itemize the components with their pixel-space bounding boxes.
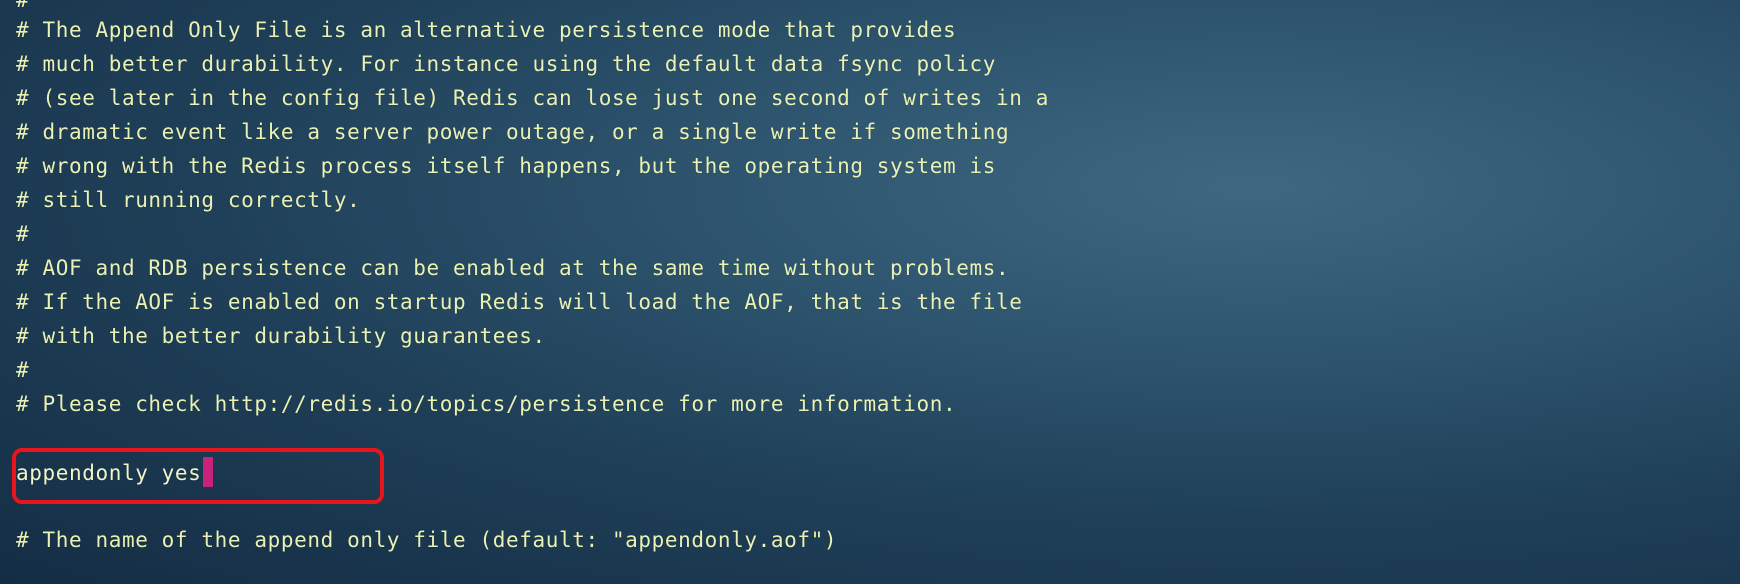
config-comment-line: # AOF and RDB persistence can be enabled… bbox=[16, 256, 1010, 280]
appendonly-setting-text: appendonly yes bbox=[16, 461, 202, 485]
config-comment-line: # bbox=[16, 358, 30, 382]
config-comment-line: # wrong with the Redis process itself ha… bbox=[16, 154, 996, 178]
config-comment-line: # The name of the append only file (defa… bbox=[16, 528, 838, 552]
appendonly-config-line[interactable]: appendonly yes bbox=[16, 456, 214, 490]
config-comment-line: # much better durability. For instance u… bbox=[16, 52, 996, 76]
config-comment-line: # Please check http://redis.io/topics/pe… bbox=[16, 392, 957, 416]
config-comment-line: # with the better durability guarantees. bbox=[16, 324, 546, 348]
config-comment-line: # The Append Only File is an alternative… bbox=[16, 18, 957, 42]
config-comment-line: # (see later in the config file) Redis c… bbox=[16, 86, 1049, 110]
config-comment-line: # If the AOF is enabled on startup Redis… bbox=[16, 290, 1023, 314]
config-comment-line: # bbox=[16, 222, 30, 246]
config-comment-line: # dramatic event like a server power out… bbox=[16, 120, 1010, 144]
text-cursor bbox=[203, 457, 214, 487]
config-comment-line: # still running correctly. bbox=[16, 188, 361, 212]
terminal-editor[interactable]: # # The Append Only File is an alternati… bbox=[0, 0, 1740, 584]
